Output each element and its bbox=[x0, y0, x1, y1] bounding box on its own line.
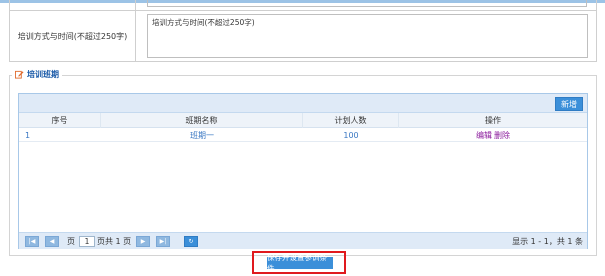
edit-icon bbox=[15, 70, 24, 79]
training-method-textarea[interactable]: 培训方式与时间(不超过250字) bbox=[147, 14, 588, 58]
training-period-legend: 培训班期 bbox=[12, 69, 62, 80]
next-page-icon[interactable]: ▶ bbox=[136, 236, 150, 247]
first-page-icon[interactable]: |◀ bbox=[25, 236, 39, 247]
refresh-icon[interactable]: ↻ bbox=[184, 236, 198, 247]
column-header-actions[interactable]: 操作 bbox=[399, 113, 587, 128]
legend-title: 培训班期 bbox=[27, 70, 59, 79]
training-period-grid: 新增 序号 班期名称 计划人数 操作 1 班期一 100 编辑 删除 |◀ ◀ … bbox=[18, 93, 588, 249]
table-row[interactable]: 1 班期一 100 编辑 删除 bbox=[19, 129, 587, 142]
cell-planned: 100 bbox=[343, 131, 359, 140]
column-header-planned[interactable]: 计划人数 bbox=[303, 113, 399, 128]
cell-name: 班期一 bbox=[190, 131, 214, 140]
grid-header: 序号 班期名称 计划人数 操作 bbox=[19, 113, 587, 128]
edit-link[interactable]: 编辑 bbox=[476, 130, 492, 141]
cell-actions: 编辑 删除 bbox=[399, 129, 587, 142]
save-button-highlight: 保存并设置参训条件 bbox=[252, 251, 346, 274]
column-header-name[interactable]: 班期名称 bbox=[101, 113, 303, 128]
previous-field[interactable] bbox=[147, 0, 587, 7]
page-suffix: 页共 1 页 bbox=[97, 237, 132, 246]
training-form-table: 培训方式与时间(不超过250字) 培训方式与时间(不超过250字) bbox=[9, 0, 597, 62]
column-header-index[interactable]: 序号 bbox=[19, 113, 101, 128]
add-button[interactable]: 新增 bbox=[555, 97, 583, 111]
previous-row bbox=[10, 0, 596, 11]
grid-toolbar: 新增 bbox=[19, 94, 587, 113]
pagination-bar: |◀ ◀ 页 1 页共 1 页 ▶ ▶| ↻ 显示 1 - 1，共 1 条 bbox=[19, 232, 587, 249]
prev-page-icon[interactable]: ◀ bbox=[45, 236, 59, 247]
previous-row-label-cell bbox=[10, 0, 136, 11]
save-and-set-conditions-button[interactable]: 保存并设置参训条件 bbox=[267, 253, 333, 273]
cell-index: 1 bbox=[25, 131, 31, 140]
pagination-summary: 显示 1 - 1，共 1 条 bbox=[512, 237, 583, 246]
page-number-input[interactable]: 1 bbox=[79, 236, 95, 247]
last-page-icon[interactable]: ▶| bbox=[156, 236, 170, 247]
training-method-label: 培训方式与时间(不超过250字) bbox=[10, 11, 136, 61]
delete-link[interactable]: 删除 bbox=[494, 130, 510, 141]
page-prefix: 页 bbox=[67, 237, 75, 246]
